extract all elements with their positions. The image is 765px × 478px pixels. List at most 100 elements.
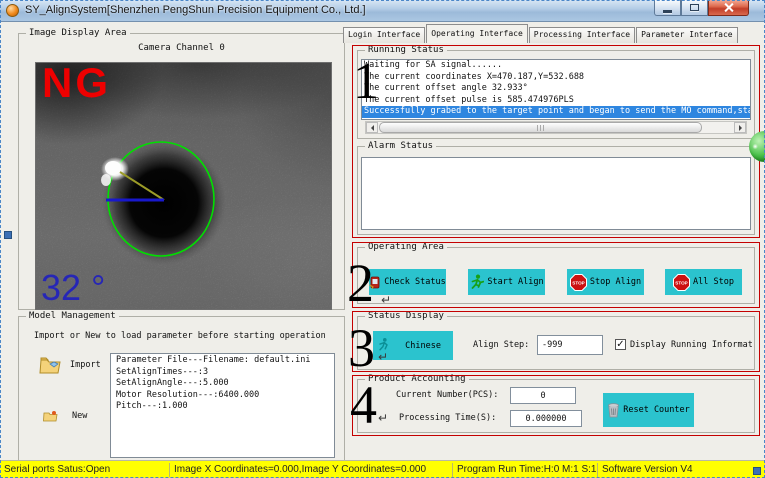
parameter-line: Motor Resolution---:6400.000 [114,390,331,402]
model-management-group: Model Management Import or New to load p… [18,316,345,460]
window-title: SY_AlignSystem[Shenzhen PengShun Precisi… [25,4,366,16]
parameter-line: Pitch---:1.000 [114,401,331,413]
camera-image: NG 32 ° [35,62,332,310]
reset-counter-label: Reset Counter [623,405,690,415]
scroll-left-button[interactable] [366,122,378,133]
align-step-label: Align Step: [473,340,529,350]
annotation-number-2: 2 [347,256,374,310]
minimize-button[interactable] [654,0,681,16]
svg-text:STOP: STOP [675,280,687,285]
stop-align-stop-icon: STOP [570,274,587,291]
scroll-right-button[interactable] [734,122,746,133]
selection-handle-left[interactable] [4,231,12,239]
product-accounting-group: Product Accounting Current Number(PCS): … [357,379,755,433]
import-button[interactable]: Import [39,355,101,375]
annotation-number-1: 1 [353,56,379,108]
new-folder-icon [43,410,58,422]
processing-time-field[interactable]: 0.000000 [510,410,582,427]
return-mark-icon: ↵ [378,350,388,364]
stop-align-label: Stop Align [590,277,641,287]
parameter-line: SetAlignTimes---:3 [114,367,331,379]
parameter-line: Parameter File---Filename: default.ini [114,355,331,367]
title-bar: SY_AlignSystem[Shenzhen PengShun Precisi… [0,0,765,22]
svg-text:STOP: STOP [572,280,584,285]
tab-operating-interface[interactable]: Operating Interface [426,24,528,43]
all-stop-label: All Stop [693,277,734,287]
processing-time-label: Processing Time(S): [399,413,496,423]
selection-handle-bottom-right[interactable] [753,467,761,475]
angle-overlay-text: 32 ° [41,267,105,309]
close-icon [723,2,734,13]
minimize-icon [663,10,672,13]
parameter-textbox[interactable]: Parameter File---Filename: default.ini S… [110,353,335,458]
alarm-status-group: Alarm Status [357,146,755,235]
log-line-highlighted: Successfully grabed to the target point … [362,106,750,118]
scrollbar-grip [537,125,545,131]
check-status-button[interactable]: Check Status [369,269,446,295]
start-align-runner-icon [469,274,484,290]
import-button-label: Import [70,360,101,370]
stop-align-button[interactable]: STOP Stop Align [567,269,644,295]
tab-parameter-interface[interactable]: Parameter Interface [636,27,738,43]
chinese-button-label: Chinese [405,341,441,351]
running-status-log[interactable]: Waiting for SA signal...... The current … [361,59,751,120]
scrollbar-thumb[interactable] [379,122,702,133]
return-mark-icon: ↵ [378,411,388,425]
app-window: SY_AlignSystem[Shenzhen PengShun Precisi… [0,0,765,478]
image-display-group: Image Display Area Camera Channel 0 [18,33,345,310]
alarm-status-log[interactable] [361,157,751,230]
current-number-label: Current Number(PCS): [396,390,498,400]
scroll-left-arrow-icon [368,125,374,131]
align-step-field[interactable]: -999 [537,335,603,355]
display-running-info-label: Display Running Information [630,340,752,350]
annotation-number-4: 4 [350,378,377,432]
trash-icon [607,403,620,418]
maximize-button[interactable] [681,0,708,16]
status-bar: Serial ports Satus:Open Image X Coordina… [0,460,765,478]
status-software-version: Software Version V4 [598,463,765,477]
check-status-label: Check Status [384,277,445,287]
bright-spot [105,161,121,175]
status-serial-port: Serial ports Satus:Open [0,463,170,477]
status-program-run-time: Program Run Time:H:0 M:1 S:1 [453,463,598,477]
camera-channel-label: Camera Channel 0 [19,43,344,53]
maximize-icon [690,4,699,11]
annotation-number-3: 3 [348,321,375,375]
alarm-status-group-label: Alarm Status [365,140,436,152]
parameter-line: SetAlignAngle---:5.000 [114,378,331,390]
product-accounting-group-label: Product Accounting [365,373,469,385]
new-button[interactable]: New [43,410,87,422]
tab-processing-interface[interactable]: Processing Interface [529,27,635,43]
start-align-button[interactable]: Start Align [468,269,545,295]
status-display-group: Status Display Chinese Align Step: -999 … [357,316,755,370]
running-status-group: Running Status Waiting for SA signal....… [357,50,755,139]
import-folder-icon [39,355,62,375]
app-icon [6,4,19,17]
new-button-label: New [72,411,87,421]
model-hint-text: Import or New to load parameter before s… [34,331,326,341]
status-image-coordinates: Image X Coordinates=0.000,Image Y Coordi… [170,463,453,477]
all-stop-button[interactable]: STOP All Stop [665,269,742,295]
ng-result-text: NG [42,62,111,107]
log-line: Waiting for SA signal...... [362,60,750,72]
reset-counter-button[interactable]: Reset Counter [603,393,694,427]
return-mark-icon: ↵ [381,293,391,307]
tab-login-interface[interactable]: Login Interface [343,27,425,43]
log-horizontal-scrollbar[interactable] [365,121,747,134]
log-line: The current offset angle 32.933° [362,83,750,95]
tab-bar: Login Interface Operating Interface Proc… [343,24,739,43]
operating-area-group: Operating Area Check Status Start Align … [357,247,755,304]
bright-spot-tail [101,174,111,186]
all-stop-stop-icon: STOP [673,274,690,291]
log-line: The current offset pulse is 585.474976PL… [362,95,750,107]
scroll-right-arrow-icon [739,125,745,131]
log-line: The current coordinates X=470.187,Y=532.… [362,72,750,84]
current-number-field[interactable]: 0 [510,387,576,404]
image-display-group-label: Image Display Area [26,27,130,39]
display-running-info-checkbox[interactable]: ✓ [615,339,626,350]
model-management-group-label: Model Management [26,310,119,322]
close-button[interactable] [708,0,749,16]
status-display-group-label: Status Display [365,310,447,322]
start-align-label: Start Align [487,277,543,287]
operating-area-group-label: Operating Area [365,241,447,253]
